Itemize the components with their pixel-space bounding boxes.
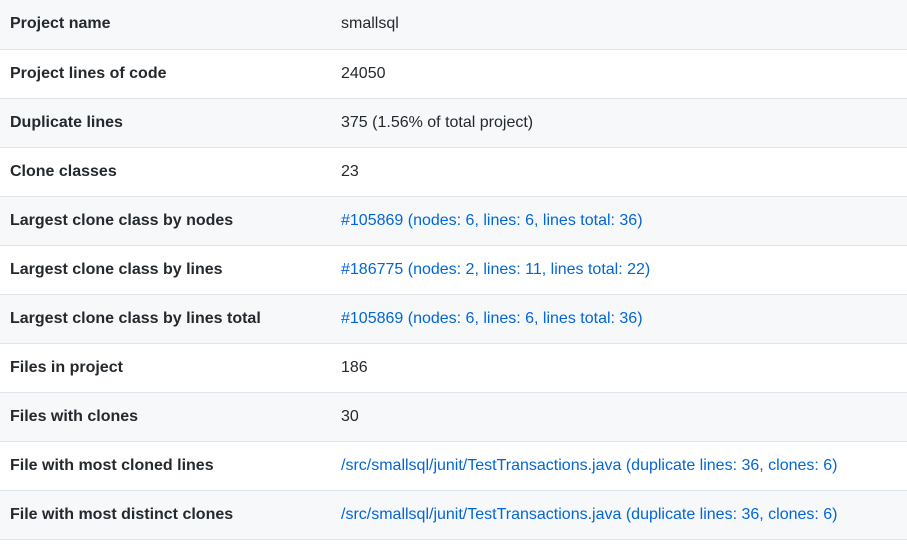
row-label: Files in project bbox=[0, 343, 331, 393]
stats-row-largest-clone-class-by-lines-total: Largest clone class by lines total #1058… bbox=[0, 294, 907, 344]
row-label: Clone classes bbox=[0, 147, 331, 197]
row-label: Project lines of code bbox=[0, 49, 331, 99]
row-value: #105869 (nodes: 6, lines: 6, lines total… bbox=[331, 294, 907, 344]
row-label: Largest clone class by lines total bbox=[0, 294, 331, 344]
stats-row-largest-clone-class-by-nodes: Largest clone class by nodes #105869 (no… bbox=[0, 196, 907, 246]
file-link[interactable]: /src/smallsql/junit/TestTransactions.jav… bbox=[341, 457, 838, 474]
stats-row-largest-clone-class-by-lines: Largest clone class by lines #186775 (no… bbox=[0, 245, 907, 295]
row-value: 23 bbox=[331, 147, 907, 197]
row-label: Duplicate lines bbox=[0, 98, 331, 148]
row-value: 375 (1.56% of total project) bbox=[331, 98, 907, 148]
project-stats-table: Project name smallsql Project lines of c… bbox=[0, 0, 907, 540]
stats-row-project-lines-of-code: Project lines of code 24050 bbox=[0, 49, 907, 99]
stats-table-body: Project name smallsql Project lines of c… bbox=[0, 0, 907, 540]
row-value: /src/smallsql/junit/TestTransactions.jav… bbox=[331, 441, 907, 491]
clone-class-link[interactable]: #105869 (nodes: 6, lines: 6, lines total… bbox=[341, 310, 643, 327]
row-label: Project name bbox=[0, 0, 331, 50]
row-value: 186 bbox=[331, 343, 907, 393]
row-label: Largest clone class by nodes bbox=[0, 196, 331, 246]
row-value: smallsql bbox=[331, 0, 907, 50]
stats-row-file-with-most-distinct-clones: File with most distinct clones /src/smal… bbox=[0, 490, 907, 540]
clone-class-link[interactable]: #186775 (nodes: 2, lines: 11, lines tota… bbox=[341, 261, 650, 278]
row-label: File with most distinct clones bbox=[0, 490, 331, 540]
row-value: #186775 (nodes: 2, lines: 11, lines tota… bbox=[331, 245, 907, 295]
row-value: 24050 bbox=[331, 49, 907, 99]
stats-row-duplicate-lines: Duplicate lines 375 (1.56% of total proj… bbox=[0, 98, 907, 148]
row-label: File with most cloned lines bbox=[0, 441, 331, 491]
stats-row-files-with-clones: Files with clones 30 bbox=[0, 392, 907, 442]
clone-class-link[interactable]: #105869 (nodes: 6, lines: 6, lines total… bbox=[341, 212, 643, 229]
stats-row-clone-classes: Clone classes 23 bbox=[0, 147, 907, 197]
stats-row-project-name: Project name smallsql bbox=[0, 0, 907, 50]
stats-row-files-in-project: Files in project 186 bbox=[0, 343, 907, 393]
row-value: 30 bbox=[331, 392, 907, 442]
file-link[interactable]: /src/smallsql/junit/TestTransactions.jav… bbox=[341, 506, 838, 523]
row-label: Largest clone class by lines bbox=[0, 245, 331, 295]
row-label: Files with clones bbox=[0, 392, 331, 442]
stats-row-file-with-most-cloned-lines: File with most cloned lines /src/smallsq… bbox=[0, 441, 907, 491]
row-value: /src/smallsql/junit/TestTransactions.jav… bbox=[331, 490, 907, 540]
row-value: #105869 (nodes: 6, lines: 6, lines total… bbox=[331, 196, 907, 246]
